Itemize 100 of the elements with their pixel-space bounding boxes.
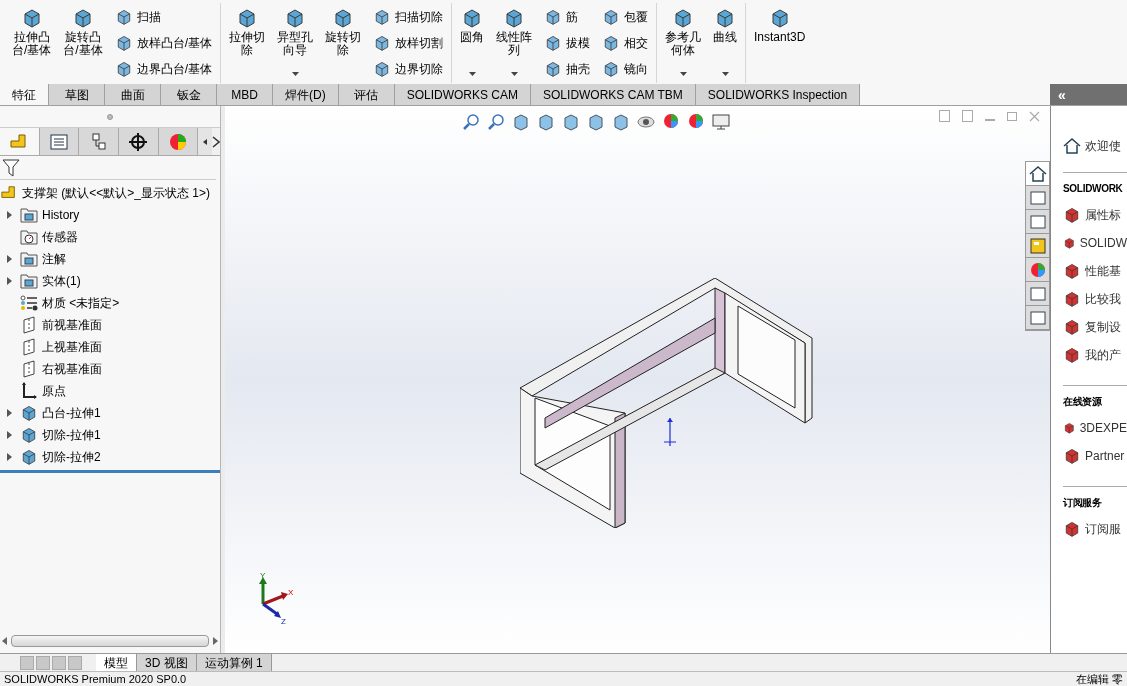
tree-item[interactable]: 上视基准面 <box>42 338 102 356</box>
tree-item[interactable]: 凸台-拉伸1 <box>42 404 101 422</box>
cube-icon <box>1063 447 1081 465</box>
horizontal-scrollbar[interactable] <box>11 635 209 647</box>
palette-icon <box>1028 236 1047 255</box>
task-pane-link[interactable]: 属性标 <box>1085 206 1121 224</box>
scroll-right-button[interactable] <box>212 128 220 155</box>
command-tab[interactable]: 评估 <box>338 84 395 105</box>
ribbon-small-button[interactable]: 扫描切除 <box>373 5 448 28</box>
task-pane-link[interactable]: SOLIDW <box>1079 234 1127 252</box>
panel-tab[interactable] <box>118 128 159 155</box>
tree-item[interactable]: History <box>42 206 80 224</box>
ribbon-button[interactable]: 旋转切 除 <box>321 3 366 81</box>
tree-item[interactable]: 原点 <box>42 382 66 400</box>
ribbon-button[interactable]: 圆角 <box>456 3 489 81</box>
color-wheel-icon <box>1028 260 1047 279</box>
ribbon-button[interactable]: 异型孔 向导 <box>273 3 318 81</box>
extrude-cube-icon <box>20 448 38 466</box>
ribbon-button[interactable]: 拉伸切 除 <box>225 3 270 81</box>
expand-arrow-icon[interactable] <box>6 277 12 285</box>
expand-arrow-icon[interactable] <box>6 211 12 219</box>
model-tab[interactable]: 模型 <box>96 654 137 671</box>
tree-item[interactable]: 注解 <box>42 250 66 268</box>
ribbon-small-button[interactable]: 放样切割 <box>373 31 448 54</box>
zoom-to-fit-icon[interactable] <box>461 112 481 132</box>
task-pane-link[interactable]: 欢迎使 <box>1085 137 1121 155</box>
task-pane-link[interactable]: 我的产 <box>1085 346 1121 364</box>
part-name[interactable]: 支撑架 (默认<<默认>_显示状态 1>) <box>22 184 211 202</box>
status-text: SOLIDWORKS Premium 2020 SP0.0 <box>4 673 187 685</box>
task-pane-link[interactable]: 3DEXPE <box>1079 419 1127 437</box>
ribbon-button[interactable]: 参考几 何体 <box>661 3 706 81</box>
expand-arrow-icon[interactable] <box>6 409 12 417</box>
collapse-pane-button[interactable]: « <box>1058 87 1066 102</box>
ribbon-small-button[interactable]: 拔模 <box>544 31 595 54</box>
origin-axes-icon <box>21 382 37 400</box>
ribbon-button[interactable]: 旋转凸 台/基体 <box>59 3 107 81</box>
task-pane-link[interactable]: 复制设 <box>1085 318 1121 336</box>
origin-marker-icon <box>663 418 677 448</box>
tree-item[interactable]: 切除-拉伸2 <box>42 448 101 466</box>
expand-arrow-icon[interactable] <box>6 255 12 263</box>
section-title: SOLIDWORK <box>1063 182 1124 196</box>
monitor-icon[interactable] <box>711 112 731 132</box>
tree-item[interactable]: 前视基准面 <box>42 316 102 334</box>
tree-item[interactable]: 切除-拉伸1 <box>42 426 101 444</box>
task-pane-link[interactable]: 性能基 <box>1085 262 1121 280</box>
task-pane-link[interactable]: 比较我 <box>1085 290 1121 308</box>
home-icon <box>1063 137 1081 155</box>
scroll-left-arrow-icon[interactable] <box>2 637 7 645</box>
ribbon-button[interactable]: 线性阵 列 <box>492 3 537 81</box>
ribbon-small-button[interactable]: 扫描 <box>114 5 217 28</box>
command-tab[interactable]: SOLIDWORKS CAM <box>394 84 532 105</box>
expand-arrow-icon[interactable] <box>6 431 12 439</box>
chevron-right-icon <box>212 135 220 148</box>
ribbon-small-button[interactable]: 边界切除 <box>373 57 448 80</box>
ribbon-small-button[interactable]: 相交 <box>602 31 653 54</box>
pane-left-icon[interactable] <box>939 110 950 122</box>
command-tab[interactable]: 曲面 <box>105 84 161 105</box>
task-pane-link[interactable]: Partner <box>1085 447 1125 465</box>
command-tab[interactable]: MBD <box>217 84 273 105</box>
ribbon-button[interactable]: 曲线 <box>709 3 742 81</box>
task-pane-tab[interactable] <box>1026 162 1049 186</box>
ribbon-button[interactable]: Instant3D <box>750 3 810 81</box>
tool-cube-icon <box>72 7 94 29</box>
restore-icon[interactable] <box>1007 111 1017 121</box>
part-blocks-icon <box>0 185 18 201</box>
tree-item[interactable]: 材质 <未指定> <box>42 294 120 312</box>
model-tab[interactable]: 3D 视图 <box>137 654 197 671</box>
tree-icon <box>90 132 107 151</box>
ribbon-small-button[interactable]: 边界凸台/基体 <box>114 57 217 80</box>
cube-icon <box>1063 318 1081 336</box>
command-tab[interactable]: SOLIDWORKS Inspection <box>695 84 861 105</box>
gauge-folder-icon <box>20 229 38 245</box>
close-icon[interactable] <box>1029 110 1040 122</box>
zoom-area-icon[interactable] <box>486 112 506 132</box>
scroll-right-arrow-icon[interactable] <box>213 637 218 645</box>
scroll-left-button[interactable] <box>198 128 212 155</box>
cube-icon <box>1063 206 1081 224</box>
plane-icon <box>22 338 36 356</box>
tree-item[interactable]: 实体(1) <box>42 272 81 290</box>
ribbon-small-button[interactable]: 镜向 <box>602 57 653 80</box>
model-tab[interactable]: 运动算例 1 <box>196 654 272 671</box>
command-tab[interactable]: 钣金 <box>161 84 217 105</box>
ribbon-button[interactable]: 拉伸凸 台/基体 <box>8 3 56 81</box>
plane-icon <box>22 360 36 378</box>
command-tab[interactable]: 草图 <box>49 84 105 105</box>
plane-icon <box>22 316 36 334</box>
ribbon-small-button[interactable]: 放样凸台/基体 <box>114 31 217 54</box>
cube-icon <box>1063 520 1081 538</box>
extrude-cube-icon <box>20 404 38 422</box>
filter-icon[interactable] <box>2 158 20 177</box>
expand-arrow-icon[interactable] <box>6 453 12 461</box>
ribbon-small-button[interactable]: 抽壳 <box>544 57 595 80</box>
tree-item[interactable]: 右视基准面 <box>42 360 102 378</box>
pane-right-icon[interactable] <box>962 110 973 122</box>
ribbon-small-button[interactable]: 筋 <box>544 5 595 28</box>
command-tab[interactable]: 焊件(D) <box>273 84 339 105</box>
tree-item[interactable]: 传感器 <box>42 228 78 246</box>
command-tab[interactable]: SOLIDWORKS CAM TBM <box>531 84 696 105</box>
ribbon-small-button[interactable]: 包覆 <box>602 5 653 28</box>
task-pane-link[interactable]: 订阅服 <box>1085 520 1121 538</box>
